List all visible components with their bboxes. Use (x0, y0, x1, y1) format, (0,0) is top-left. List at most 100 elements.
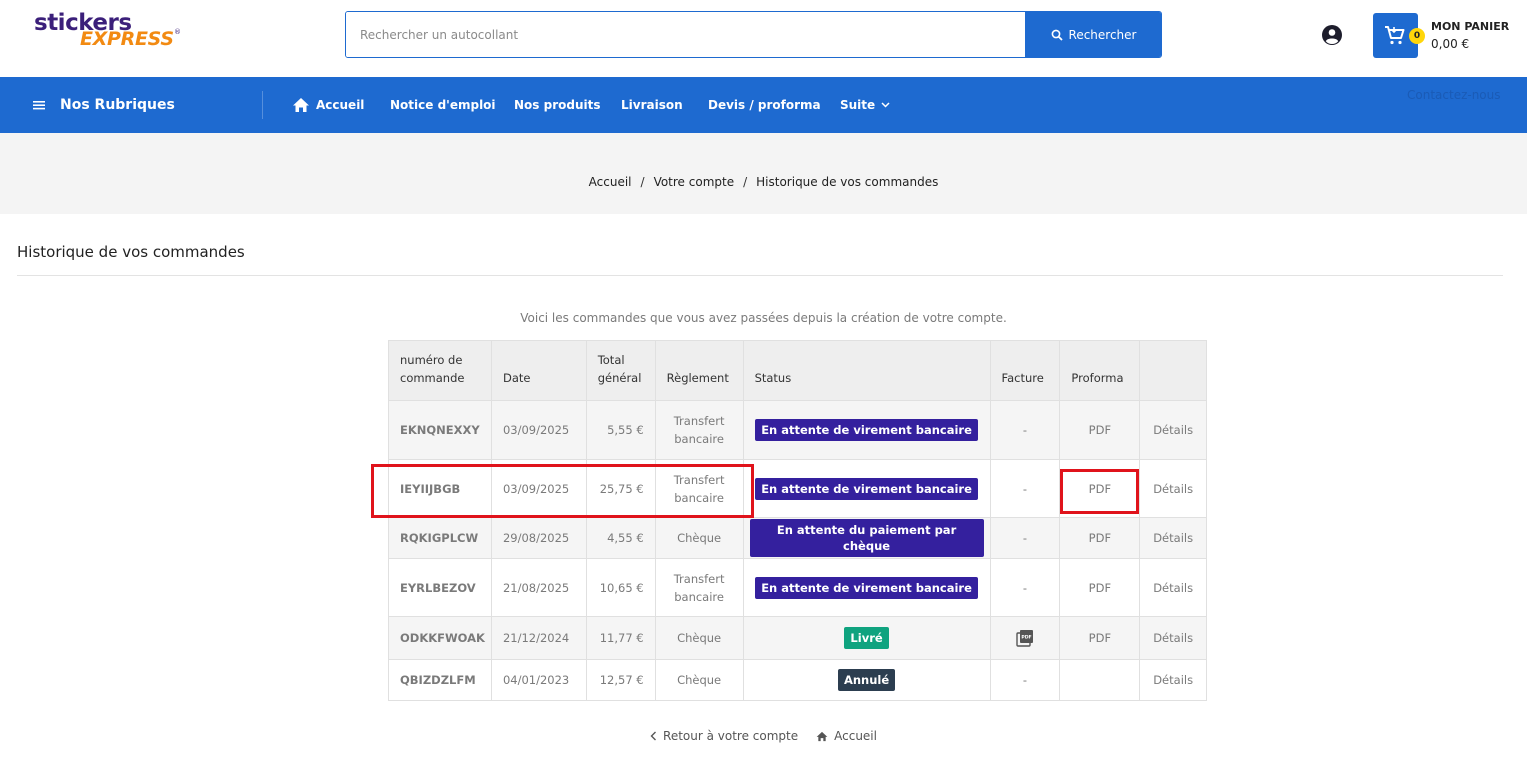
order-status: En attente de virement bancaire (742, 459, 991, 518)
main-navbar: Nos Rubriques Accueil Notice d'emploi No… (0, 77, 1527, 133)
categories-menu-button[interactable]: Nos Rubriques (32, 77, 175, 133)
orders-table: numéro de commande Date Total général Règl… (388, 340, 1207, 701)
status-badge: En attente de virement bancaire (755, 477, 978, 500)
breadcrumb: Accueil / Votre compte / Historique de v… (0, 133, 1527, 230)
table-row: EYRLBEZOV 21/08/2025 10,65 € Transfert ba… (388, 558, 1207, 617)
nav-item-label: Suite (840, 98, 876, 112)
order-date: 03/09/2025 (490, 400, 587, 460)
order-status: En attente de virement bancaire (742, 400, 991, 460)
column-header-status: Status (742, 340, 991, 401)
site-logo[interactable]: stickers EXPRESS ® (34, 10, 184, 50)
order-total: 12,57 € (585, 659, 656, 701)
order-ref[interactable]: EYRLBEZOV (388, 558, 492, 617)
nav-item-livraison[interactable]: Livraison (621, 77, 683, 133)
contact-link[interactable]: Contactez-nous (1407, 88, 1501, 102)
nav-item-label: Accueil (316, 98, 365, 112)
proforma-pdf-link[interactable]: PDF (1059, 616, 1141, 660)
account-icon[interactable] (1321, 24, 1343, 46)
cart-count-badge: 0 (1409, 28, 1425, 44)
order-status: Annulé (742, 659, 991, 701)
home-icon (816, 731, 828, 741)
nav-item-label: Devis / proforma (708, 98, 821, 112)
order-invoice: - (989, 659, 1061, 701)
order-total: 11,77 € (585, 616, 656, 660)
search-bar: Rechercher (345, 11, 1162, 58)
column-header-payment: Règlement (654, 340, 744, 401)
order-payment: Chèque (654, 616, 744, 660)
footer-links: Retour à votre compte Accueil (0, 729, 1527, 743)
breadcrumb-account[interactable]: Votre compte (654, 175, 735, 189)
search-button[interactable]: Rechercher (1025, 12, 1161, 57)
search-button-label: Rechercher (1068, 27, 1137, 42)
proforma-pdf-link[interactable]: PDF (1059, 400, 1141, 460)
order-ref[interactable]: ODKKFWOAK (388, 616, 492, 660)
column-header-proforma: Proforma (1059, 340, 1141, 401)
column-header-invoice: Facture (989, 340, 1061, 401)
order-invoice: - (989, 459, 1061, 518)
proforma-pdf-link[interactable]: PDF (1059, 517, 1141, 559)
table-row: QBIZDZLFM 04/01/2023 12,57 € Chèque Annu… (388, 659, 1207, 701)
home-icon (293, 98, 309, 112)
chevron-left-icon (650, 731, 657, 741)
search-input[interactable] (346, 12, 1025, 57)
home-link[interactable]: Accueil (816, 729, 877, 743)
intro-text: Voici les commandes que vous avez passée… (520, 311, 1007, 325)
table-header-row: numéro de commande Date Total général Règl… (388, 340, 1207, 401)
order-invoice: - (989, 400, 1061, 460)
order-status: En attente du paiement par chèque (742, 517, 991, 559)
status-badge: En attente du paiement par chèque (749, 519, 984, 557)
table-row: EKNQNEXXY 03/09/2025 5,55 € Transfert ban… (388, 400, 1207, 460)
order-ref[interactable]: QBIZDZLFM (388, 659, 492, 701)
column-header-date: Date (490, 340, 587, 401)
proforma-pdf-link[interactable]: PDF (1059, 558, 1141, 617)
categories-label: Nos Rubriques (60, 97, 175, 113)
order-status: Livré (742, 616, 991, 660)
status-badge: En attente de virement bancaire (755, 576, 978, 599)
back-to-account-link[interactable]: Retour à votre compte (650, 729, 798, 743)
page-title: Historique de vos commandes (17, 243, 245, 261)
order-payment: Chèque (654, 517, 744, 559)
column-header-ref: numéro de commande (388, 340, 492, 401)
details-link[interactable]: Détails (1139, 616, 1207, 660)
nav-item-accueil[interactable]: Accueil (292, 77, 364, 133)
order-date: 21/12/2024 (490, 616, 587, 660)
nav-item-devis[interactable]: Devis / proforma (708, 77, 821, 133)
logo-registered: ® (174, 28, 181, 36)
highlight-box-proforma-pdf (1060, 469, 1139, 514)
table-row: ODKKFWOAK 21/12/2024 11,77 € Chèque Livr… (388, 616, 1207, 660)
status-badge: Annulé (837, 669, 896, 691)
nav-divider (262, 91, 263, 119)
home-link-label: Accueil (834, 729, 877, 743)
nav-item-produits[interactable]: Nos produits (514, 77, 600, 133)
logo-text-bottom: EXPRESS (80, 28, 174, 50)
column-header-total: Total général (585, 340, 656, 401)
breadcrumb-current: Historique de vos commandes (756, 174, 939, 189)
nav-item-suite[interactable]: Suite (840, 77, 890, 133)
order-invoice: PDF (989, 616, 1061, 660)
breadcrumb-band: Accueil / Votre compte / Historique de v… (0, 133, 1527, 214)
details-link[interactable]: Détails (1139, 400, 1207, 460)
order-ref[interactable]: RQKIGPLCW (388, 517, 492, 559)
order-payment: Transfert bancaire (654, 400, 744, 460)
status-badge: En attente de virement bancaire (755, 419, 978, 441)
table-row: RQKIGPLCW 29/08/2025 4,55 € Chèque En at… (388, 517, 1207, 559)
order-ref[interactable]: EKNQNEXXY (388, 400, 492, 460)
details-link[interactable]: Détails (1139, 659, 1207, 701)
order-total: 10,65 € (585, 558, 656, 617)
cart-title[interactable]: MON PANIER (1431, 20, 1509, 33)
order-payment: Transfert bancaire (654, 558, 744, 617)
details-link[interactable]: Détails (1139, 517, 1207, 559)
back-to-account-label: Retour à votre compte (663, 729, 799, 743)
status-badge: Livré (844, 627, 889, 649)
breadcrumb-separator: / (640, 174, 645, 189)
nav-item-notice[interactable]: Notice d'emploi (390, 77, 496, 133)
details-link[interactable]: Détails (1139, 558, 1207, 617)
pdf-file-icon[interactable]: PDF (1015, 628, 1035, 648)
order-status: En attente de virement bancaire (742, 558, 991, 617)
order-date: 29/08/2025 (490, 517, 587, 559)
breadcrumb-separator: / (743, 174, 748, 189)
column-header-actions (1139, 340, 1207, 401)
breadcrumb-home[interactable]: Accueil (589, 175, 632, 189)
proforma-cell (1059, 659, 1141, 701)
details-link[interactable]: Détails (1139, 459, 1207, 518)
